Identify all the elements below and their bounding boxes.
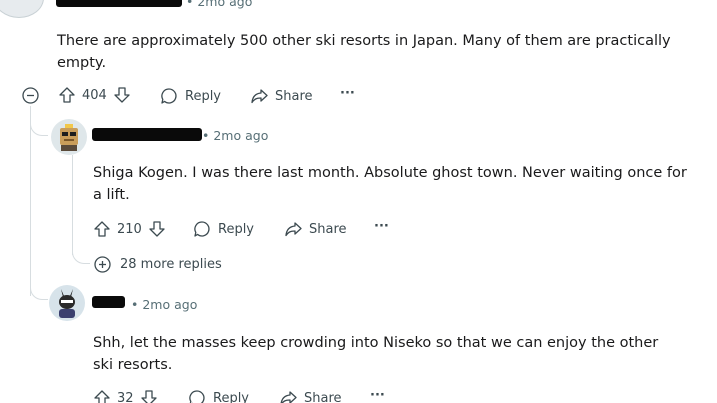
comment-timestamp[interactable]: • 2mo ago bbox=[202, 128, 268, 143]
comment-body: Shh, let the masses keep crowding into N… bbox=[93, 335, 659, 373]
arrow-down-outline-icon bbox=[149, 221, 165, 237]
speech-bubble-icon bbox=[161, 88, 177, 104]
minus-circle-icon bbox=[22, 87, 39, 104]
arrow-down-outline-icon bbox=[114, 87, 130, 103]
redacted-username bbox=[92, 296, 125, 308]
arrow-up-outline-icon bbox=[94, 390, 110, 403]
share-label: Share bbox=[309, 221, 347, 237]
share-label: Share bbox=[304, 390, 342, 403]
share-arrow-icon bbox=[280, 391, 297, 403]
share-button[interactable]: Share bbox=[284, 220, 347, 238]
vote-count: 404 bbox=[82, 87, 107, 103]
share-arrow-icon bbox=[251, 89, 268, 104]
thread-connector bbox=[72, 246, 90, 264]
upvote-button[interactable] bbox=[93, 220, 111, 238]
vote-group: 32 bbox=[93, 389, 158, 403]
more-options-button[interactable]: ··· bbox=[374, 219, 389, 234]
upvote-button[interactable] bbox=[93, 389, 111, 403]
thread-connector bbox=[30, 282, 48, 300]
comment-timestamp[interactable]: • 2mo ago bbox=[131, 297, 197, 312]
vote-group: 404 bbox=[58, 86, 131, 104]
arrow-up-outline-icon bbox=[94, 221, 110, 237]
thread-connector bbox=[30, 118, 48, 136]
avatar[interactable] bbox=[0, 0, 44, 18]
downvote-button[interactable] bbox=[140, 389, 158, 403]
vote-count: 210 bbox=[117, 221, 142, 237]
share-label: Share bbox=[275, 88, 313, 104]
more-options-icon: ··· bbox=[340, 86, 355, 101]
share-button[interactable]: Share bbox=[250, 87, 313, 105]
share-arrow-icon bbox=[285, 222, 302, 237]
upvote-button[interactable] bbox=[58, 86, 76, 104]
thread-line[interactable] bbox=[72, 155, 73, 255]
comment-body: Shiga Kogen. I was there last month. Abs… bbox=[93, 165, 687, 203]
more-replies-label: 28 more replies bbox=[120, 257, 222, 272]
vote-group: 210 bbox=[93, 220, 166, 238]
reply-button[interactable]: Reply bbox=[188, 389, 249, 403]
speech-bubble-icon bbox=[194, 221, 210, 237]
reply-button[interactable]: Reply bbox=[193, 220, 254, 238]
downvote-button[interactable] bbox=[113, 86, 131, 104]
reply-label: Reply bbox=[185, 88, 222, 104]
comment-timestamp[interactable]: • 2mo ago bbox=[186, 0, 252, 9]
collapse-thread-button[interactable] bbox=[22, 87, 39, 104]
arrow-down-outline-icon bbox=[140, 390, 157, 403]
plus-circle-icon bbox=[94, 256, 111, 273]
arrow-up-outline-icon bbox=[59, 87, 75, 103]
more-options-button[interactable]: ··· bbox=[370, 388, 385, 403]
more-options-button[interactable]: ··· bbox=[340, 86, 355, 101]
more-options-icon: ··· bbox=[370, 388, 385, 403]
speech-bubble-icon bbox=[189, 390, 205, 403]
comment-body: There are approximately 500 other ski re… bbox=[57, 33, 671, 71]
more-options-icon: ··· bbox=[374, 219, 389, 234]
share-button[interactable]: Share bbox=[279, 389, 342, 403]
reply-button[interactable]: Reply bbox=[160, 87, 221, 105]
vote-count: 32 bbox=[117, 390, 134, 403]
ninja-avatar-icon bbox=[59, 289, 75, 318]
avatar[interactable] bbox=[51, 119, 87, 155]
redacted-username bbox=[56, 0, 182, 7]
downvote-button[interactable] bbox=[148, 220, 166, 238]
reply-label: Reply bbox=[213, 390, 250, 403]
redacted-username bbox=[92, 128, 202, 141]
thread-line[interactable] bbox=[30, 106, 31, 296]
reply-label: Reply bbox=[218, 221, 255, 237]
more-replies-button[interactable]: 28 more replies bbox=[94, 256, 222, 273]
avatar[interactable] bbox=[49, 285, 85, 321]
robot-avatar-icon bbox=[60, 124, 78, 151]
